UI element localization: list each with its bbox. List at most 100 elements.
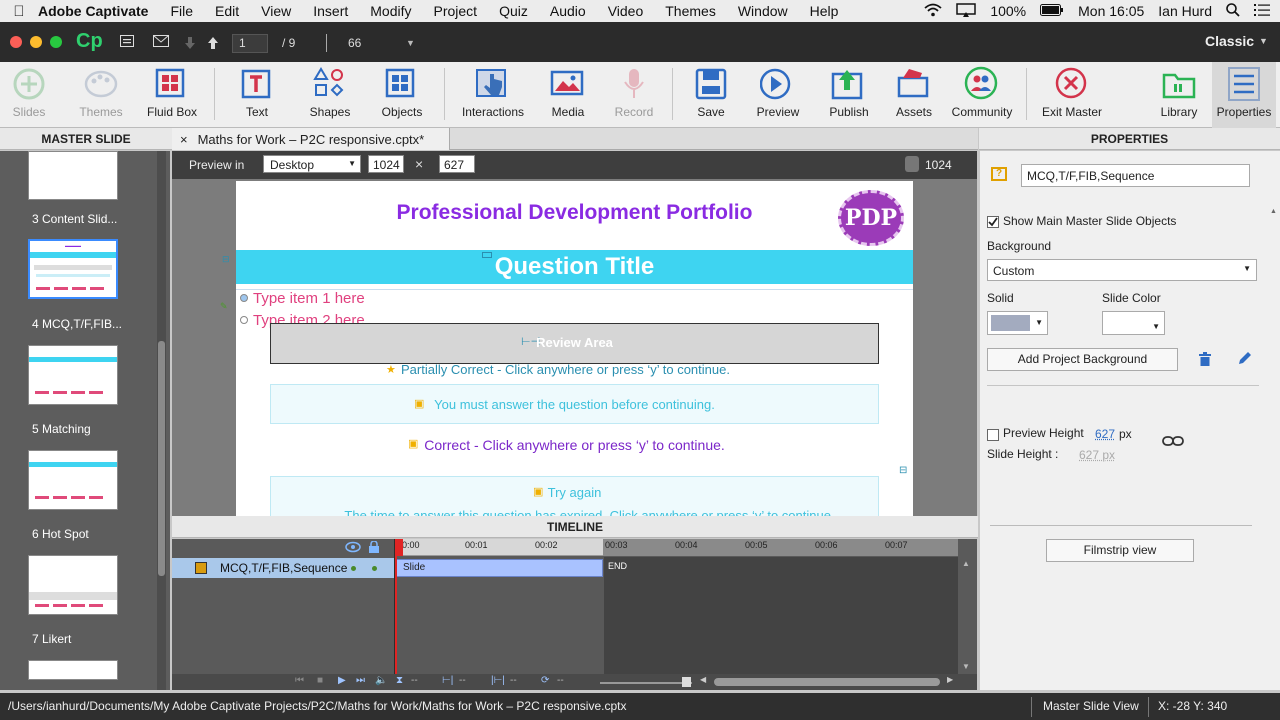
- filmstrip-scrollbar[interactable]: [157, 151, 166, 690]
- publish-button[interactable]: Publish: [818, 62, 880, 128]
- master-thumb-4-selected[interactable]: ▬▬▬▬: [28, 239, 118, 299]
- notification-list-icon[interactable]: [1254, 3, 1270, 19]
- zoom-dropdown-icon[interactable]: ▼: [406, 38, 415, 48]
- playhead[interactable]: [395, 539, 397, 674]
- slide-color-swatch[interactable]: ▼: [1102, 311, 1165, 335]
- previous-slide-arrow-icon[interactable]: [207, 37, 219, 52]
- try-again-box[interactable]: ▣ Try again The time to answer this ques…: [270, 476, 879, 516]
- trash-icon[interactable]: [1199, 352, 1211, 369]
- timeline-layer-row[interactable]: MCQ,T/F,FIB,Sequence: [172, 558, 394, 578]
- minimize-window-button[interactable]: [30, 36, 42, 48]
- menu-modify[interactable]: Modify: [370, 3, 411, 19]
- menu-help[interactable]: Help: [810, 3, 839, 19]
- themes-button[interactable]: Themes: [72, 62, 130, 128]
- menubar-user[interactable]: Ian Hurd: [1158, 3, 1212, 19]
- show-master-checkbox[interactable]: [987, 214, 999, 228]
- master-thumb-5[interactable]: [28, 345, 118, 405]
- record-button[interactable]: Record: [606, 62, 662, 128]
- filmstrip-toggle-icon[interactable]: [120, 35, 134, 50]
- playhead-handle[interactable]: [395, 539, 403, 556]
- menubar-clock[interactable]: Mon 16:05: [1078, 3, 1144, 19]
- device-select[interactable]: Desktop ▼: [263, 155, 361, 173]
- slide-number-input[interactable]: 1: [232, 34, 268, 53]
- workspace-switcher[interactable]: Classic: [1205, 33, 1254, 49]
- master-thumb-3[interactable]: [28, 151, 118, 200]
- save-button[interactable]: Save: [684, 62, 738, 128]
- library-button[interactable]: Library: [1152, 62, 1206, 128]
- scroll-down-arrow-icon[interactable]: ▼: [962, 662, 970, 671]
- menu-video[interactable]: Video: [608, 3, 644, 19]
- exit-master-button[interactable]: Exit Master: [1036, 62, 1108, 128]
- zoom-slider-thumb[interactable]: [682, 677, 691, 687]
- menu-app-name[interactable]: Adobe Captivate: [38, 3, 148, 19]
- preview-height-checkbox[interactable]: [987, 427, 999, 441]
- workspace-chevron-icon[interactable]: ▼: [1259, 36, 1268, 46]
- close-window-button[interactable]: [10, 36, 22, 48]
- master-thumb-6[interactable]: [28, 450, 118, 510]
- solid-color-swatch[interactable]: ▼: [987, 311, 1048, 335]
- slides-button[interactable]: Slides: [0, 62, 58, 128]
- timeline-ruler[interactable]: 00:00 00:01 00:02 00:03 00:04 00:05 00:0…: [395, 539, 958, 556]
- background-select[interactable]: Custom ▼: [987, 259, 1257, 281]
- assets-button[interactable]: Assets: [886, 62, 942, 128]
- stop-icon[interactable]: ■: [317, 675, 323, 686]
- airplay-icon[interactable]: [956, 2, 977, 20]
- radio-item-1-icon[interactable]: [240, 294, 248, 302]
- menu-view[interactable]: View: [261, 3, 291, 19]
- add-project-background-button[interactable]: Add Project Background: [987, 348, 1178, 371]
- community-button[interactable]: Community: [946, 62, 1018, 128]
- link-chain-icon[interactable]: [1162, 434, 1184, 451]
- rewind-icon[interactable]: ⏮: [295, 675, 304, 686]
- zoom-value[interactable]: 66: [348, 36, 361, 50]
- close-tab-icon[interactable]: ×: [180, 132, 188, 147]
- objects-button[interactable]: Objects: [372, 62, 432, 128]
- scroll-right-arrow-icon[interactable]: ▶: [947, 675, 953, 684]
- eye-visibility-icon[interactable]: [345, 541, 361, 556]
- question-title-band[interactable]: Question Title: [236, 250, 913, 284]
- scroll-up-arrow-icon[interactable]: ▲: [962, 559, 970, 568]
- lock-dot-icon[interactable]: [372, 566, 377, 571]
- breakpoint-handle-icon[interactable]: [905, 156, 919, 172]
- timeline-slide-bar[interactable]: Slide: [396, 559, 603, 577]
- preview-width-input[interactable]: 1024: [368, 155, 404, 173]
- answer-item-1[interactable]: Type item 1 here: [253, 290, 365, 307]
- battery-icon[interactable]: [1040, 3, 1064, 19]
- preview-height-value[interactable]: 627: [1095, 427, 1115, 441]
- pdp-logo[interactable]: PDP: [838, 190, 904, 246]
- next-slide-arrow-icon[interactable]: [184, 37, 196, 52]
- media-button[interactable]: Media: [538, 62, 598, 128]
- scroll-left-arrow-icon[interactable]: ◀: [700, 675, 706, 684]
- interactions-button[interactable]: Interactions: [456, 62, 530, 128]
- horizontal-scrollbar[interactable]: [714, 678, 940, 686]
- slide-name-input[interactable]: MCQ,T/F,FIB,Sequence: [1021, 164, 1250, 187]
- fast-forward-icon[interactable]: ⏭: [356, 675, 365, 686]
- spotlight-search-icon[interactable]: [1226, 2, 1240, 20]
- menu-project[interactable]: Project: [434, 3, 478, 19]
- wifi-icon[interactable]: [924, 3, 942, 20]
- filmstrip-view-button[interactable]: Filmstrip view: [1046, 539, 1194, 562]
- scroll-up-arrow-icon[interactable]: ▲: [1270, 208, 1277, 215]
- play-icon[interactable]: ▶: [338, 675, 346, 686]
- menu-window[interactable]: Window: [738, 3, 788, 19]
- question-title[interactable]: Question Title: [236, 253, 913, 281]
- master-thumb-8[interactable]: [28, 660, 118, 680]
- shapes-button[interactable]: Shapes: [300, 62, 360, 128]
- menu-file[interactable]: File: [170, 3, 193, 19]
- preview-height-input[interactable]: 627: [439, 155, 475, 173]
- menu-edit[interactable]: Edit: [215, 3, 239, 19]
- menu-insert[interactable]: Insert: [313, 3, 348, 19]
- correct-caption[interactable]: Correct - Click anywhere or press ‘y’ to…: [236, 437, 913, 453]
- slide-canvas[interactable]: Professional Development Portfolio PDP Q…: [220, 181, 913, 516]
- mail-icon[interactable]: [153, 35, 169, 50]
- partially-correct-caption[interactable]: Partially Correct - Click anywhere or pr…: [401, 362, 730, 377]
- zoom-slider-track[interactable]: [600, 682, 692, 684]
- lock-icon[interactable]: [369, 540, 379, 556]
- incomplete-feedback-box[interactable]: ▣ You must answer the question before co…: [270, 384, 879, 424]
- apple-icon[interactable]: : [0, 3, 38, 20]
- review-area-box[interactable]: ⊢⊣ Review Area: [270, 323, 879, 364]
- preview-button[interactable]: Preview: [746, 62, 810, 128]
- slide-header-title[interactable]: Professional Development Portfolio: [236, 201, 913, 225]
- menu-quiz[interactable]: Quiz: [499, 3, 528, 19]
- menu-audio[interactable]: Audio: [550, 3, 586, 19]
- menu-themes[interactable]: Themes: [665, 3, 716, 19]
